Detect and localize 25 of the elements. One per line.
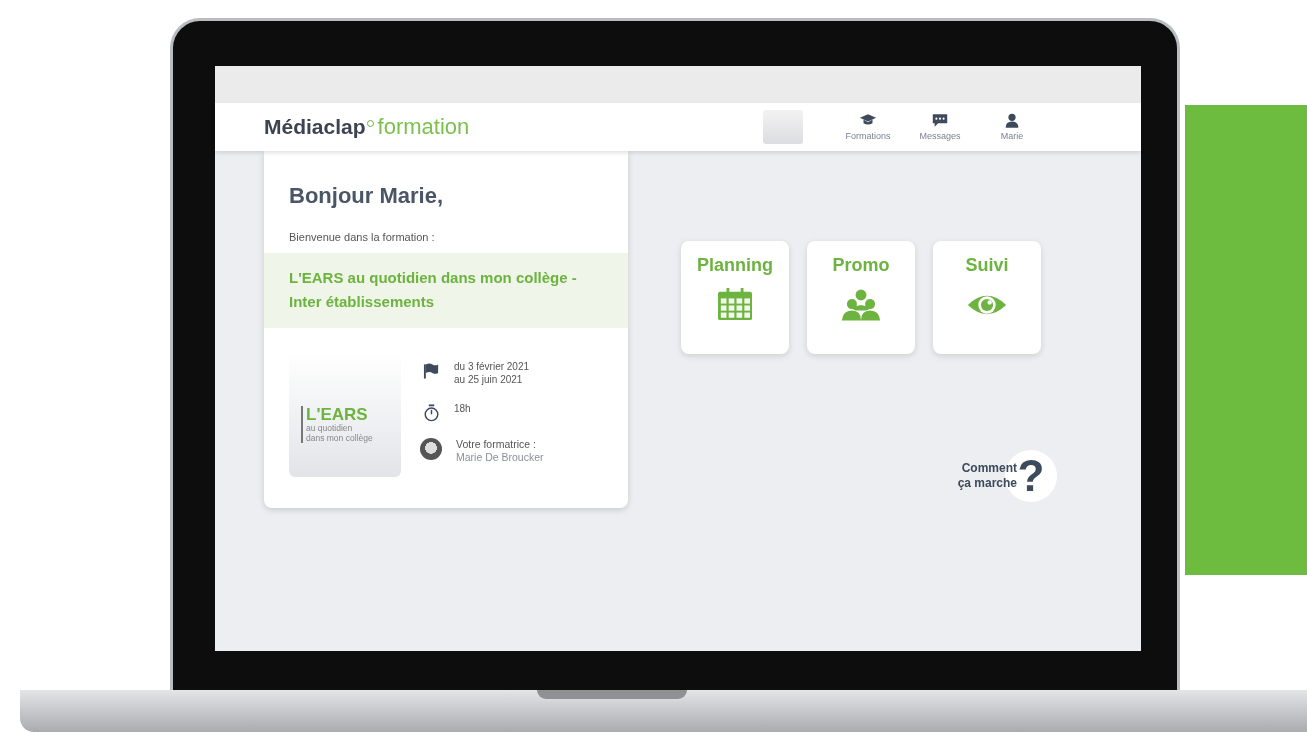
menu-tile[interactable]: Promo <box>807 241 915 354</box>
logo-brand[interactable]: Médiaclap <box>264 115 366 139</box>
avatar-circle <box>420 438 442 460</box>
help-label: Comment ça marche <box>957 461 1017 491</box>
nav-item[interactable]: Marie <box>983 113 1041 141</box>
course-thumbnail[interactable] <box>763 110 803 144</box>
cover-title: L'EARS <box>306 406 369 423</box>
intro-text: Bienvenue dans la formation : <box>289 231 436 243</box>
user-icon <box>1003 113 1021 128</box>
detail-text: Votre formatrice : Marie De Broucker <box>456 438 544 464</box>
logo-product[interactable]: formation <box>377 114 470 140</box>
stopwatch-icon <box>423 404 440 422</box>
detail-text: 18h <box>454 402 471 415</box>
nav-item[interactable]: Formations <box>839 113 897 141</box>
greeting: Bonjour Marie, <box>289 183 444 209</box>
menu-tile[interactable]: Planning <box>681 241 789 354</box>
flag-icon <box>423 362 440 380</box>
detail-text: du 3 février 2021 au 25 juin 2021 <box>454 360 530 386</box>
group-of-people-icon <box>841 288 881 322</box>
cover-subtitle: au quotidien dans mon collège <box>306 423 374 443</box>
menu-tile[interactable]: Suivi <box>933 241 1041 354</box>
course-title: L'EARS au quotidien dans mon collège - Inter établissements <box>264 253 628 328</box>
chat-bubble-icon <box>931 113 949 128</box>
calendar-icon <box>715 288 755 322</box>
nav-item[interactable]: Messages <box>911 113 969 141</box>
